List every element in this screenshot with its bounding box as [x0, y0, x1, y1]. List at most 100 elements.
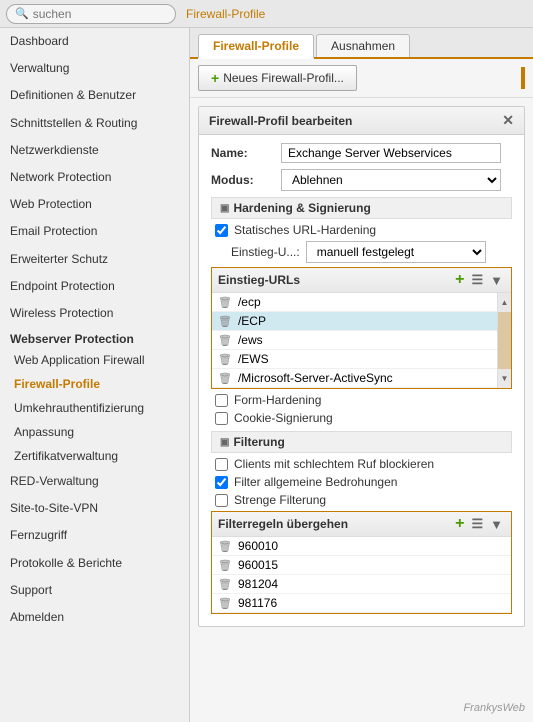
tab-ausnahmen[interactable]: Ausnahmen: [316, 34, 410, 57]
scroll-down-icon[interactable]: ▼: [498, 369, 511, 388]
url-list-inner: 🗑/ecp🗑/ECP🗑/ews🗑/EWS🗑/Microsoft-Server-A…: [212, 293, 511, 388]
filter-icon: 🗑: [218, 540, 232, 553]
url-list-item[interactable]: 🗑/Microsoft-Server-ActiveSync: [212, 369, 497, 388]
url-value: /ECP: [238, 314, 266, 328]
breadcrumb-top: Firewall-Profile: [186, 7, 265, 21]
filter-list-content: 🗑 960010 🗑 960015 🗑 981204 🗑 981176: [212, 537, 511, 613]
sidebar-sub-zertifikatverwaltung[interactable]: Zertifikatverwaltung: [0, 444, 189, 468]
name-input[interactable]: [281, 143, 501, 163]
url-list-item[interactable]: 🗑/ECP: [212, 312, 497, 331]
filter-icon: 🗑: [218, 578, 232, 591]
form-hardening-checkbox[interactable]: [215, 394, 228, 407]
einstieg-select[interactable]: manuell festgelegtautomatisch: [306, 241, 486, 263]
sidebar-section-webserver-protection[interactable]: Webserver Protection: [0, 327, 189, 348]
search-box[interactable]: 🔍: [6, 4, 176, 24]
sidebar-sub-umkehrauthentifizierung[interactable]: Umkehrauthentifizierung: [0, 396, 189, 420]
cookie-signierung-checkbox[interactable]: [215, 412, 228, 425]
clients-checkbox[interactable]: [215, 458, 228, 471]
search-input[interactable]: [33, 7, 173, 21]
sidebar-item-network-protection[interactable]: Network Protection: [0, 164, 189, 191]
main-content: Firewall-ProfileAusnahmen + Neues Firewa…: [190, 28, 533, 722]
sidebar-item-endpoint-protection[interactable]: Endpoint Protection: [0, 273, 189, 300]
einstieg-row: Einstieg-U...: manuell festgelegtautomat…: [211, 241, 512, 263]
sidebar-item-wireless-protection[interactable]: Wireless Protection: [0, 300, 189, 327]
list-actions: + ☰ ▼: [453, 271, 505, 289]
filter-value: 960015: [238, 558, 278, 572]
filterregeln-panel: Filterregeln übergehen + ☰ ▼ 🗑 960010 🗑 960…: [211, 511, 512, 614]
url-icon: 🗑: [218, 353, 232, 366]
close-icon[interactable]: ✕: [502, 112, 514, 129]
sidebar-item-abmelden[interactable]: Abmelden: [0, 604, 189, 631]
filterung-label: Filterung: [233, 435, 284, 449]
add-filter-button[interactable]: +: [453, 515, 466, 533]
filter-list-item[interactable]: 🗑 960010: [212, 537, 511, 556]
list-options-button[interactable]: ☰: [469, 272, 485, 288]
sidebar-item-verwaltung[interactable]: Verwaltung: [0, 55, 189, 82]
filter-value: 960010: [238, 539, 278, 553]
filter-arrow-button[interactable]: ▼: [488, 517, 505, 532]
url-icon: 🗑: [218, 372, 232, 385]
sidebar-item-red-verwaltung[interactable]: RED-Verwaltung: [0, 468, 189, 495]
clients-row: Clients mit schlechtem Ruf blockieren: [211, 457, 512, 471]
filter-list-item[interactable]: 🗑 960015: [212, 556, 511, 575]
list-arrow-button[interactable]: ▼: [488, 273, 505, 288]
sidebar-item-schnittstellen[interactable]: Schnittstellen & Routing: [0, 110, 189, 137]
sidebar-item-netzwerkdienste[interactable]: Netzwerkdienste: [0, 137, 189, 164]
filter-list-item[interactable]: 🗑 981176: [212, 594, 511, 613]
clients-label: Clients mit schlechtem Ruf blockieren: [234, 457, 434, 471]
filter-icon: 🗑: [218, 597, 232, 610]
panel-header: Firewall-Profil bearbeiten ✕: [199, 107, 524, 135]
url-value: /ecp: [238, 295, 261, 309]
collapse-icon: ▣: [220, 203, 229, 214]
url-list-scrollbar[interactable]: ▲ ▼: [497, 293, 511, 388]
sidebar-item-site-to-site-vpn[interactable]: Site-to-Site-VPN: [0, 495, 189, 522]
filter-allgemein-checkbox[interactable]: [215, 476, 228, 489]
filterregeln-title: Filterregeln übergehen: [218, 517, 348, 531]
watermark: FrankysWeb: [463, 702, 525, 714]
sidebar-item-fernzugriff[interactable]: Fernzugriff: [0, 522, 189, 549]
hardening-section-header[interactable]: ▣ Hardening & Signierung: [211, 197, 512, 219]
scroll-up-icon[interactable]: ▲: [498, 293, 511, 312]
sidebar-item-definitionen[interactable]: Definitionen & Benutzer: [0, 82, 189, 109]
strenge-row: Strenge Filterung: [211, 493, 512, 507]
toolbar: + Neues Firewall-Profil...: [190, 59, 533, 98]
url-list-item[interactable]: 🗑/ews: [212, 331, 497, 350]
url-value: /EWS: [238, 352, 269, 366]
add-firewall-profile-button[interactable]: + Neues Firewall-Profil...: [198, 65, 357, 91]
filter-icon: 🗑: [218, 559, 232, 572]
scroll-indicator: [521, 67, 525, 89]
layout: DashboardVerwaltungDefinitionen & Benutz…: [0, 28, 533, 722]
url-list-item[interactable]: 🗑/ecp: [212, 293, 497, 312]
filter-list-item[interactable]: 🗑 981204: [212, 575, 511, 594]
sidebar-item-protokolle[interactable]: Protokolle & Berichte: [0, 550, 189, 577]
modus-select[interactable]: AblehnenZulassenBlockieren: [281, 169, 501, 191]
filter-options-button[interactable]: ☰: [469, 516, 485, 532]
sidebar-sub-anpassung[interactable]: Anpassung: [0, 420, 189, 444]
sidebar-item-support[interactable]: Support: [0, 577, 189, 604]
sidebar-sub-web-application-firewall[interactable]: Web Application Firewall: [0, 348, 189, 372]
sidebar-item-email-protection[interactable]: Email Protection: [0, 218, 189, 245]
static-url-label: Statisches URL-Hardening: [234, 223, 376, 237]
sidebar-item-erweiterter-schutz[interactable]: Erweiterter Schutz: [0, 246, 189, 273]
static-url-checkbox[interactable]: [215, 224, 228, 237]
top-bar: 🔍 Firewall-Profile: [0, 0, 533, 28]
add-url-button[interactable]: +: [453, 271, 466, 289]
hardening-label: Hardening & Signierung: [233, 201, 370, 215]
form-hardening-label: Form-Hardening: [234, 393, 321, 407]
sidebar-item-web-protection[interactable]: Web Protection: [0, 191, 189, 218]
strenge-label: Strenge Filterung: [234, 493, 326, 507]
form-hardening-row: Form-Hardening: [211, 393, 512, 407]
filterung-section-header[interactable]: ▣ Filterung: [211, 431, 512, 453]
filter-value: 981204: [238, 577, 278, 591]
sidebar-sub-firewall-profile[interactable]: Firewall-Profile: [0, 372, 189, 396]
filter-value: 981176: [238, 596, 277, 610]
name-label: Name:: [211, 146, 281, 160]
sidebar-item-dashboard[interactable]: Dashboard: [0, 28, 189, 55]
tab-firewall-profile[interactable]: Firewall-Profile: [198, 34, 314, 59]
scroll-thumb: [498, 312, 511, 369]
url-list-item[interactable]: 🗑 /EWS: [212, 350, 497, 369]
url-list-content: 🗑/ecp🗑/ECP🗑/ews🗑/EWS🗑/Microsoft-Server-A…: [212, 293, 497, 388]
plus-icon: +: [211, 70, 219, 86]
filter-allgemein-label: Filter allgemeine Bedrohungen: [234, 475, 397, 489]
strenge-checkbox[interactable]: [215, 494, 228, 507]
